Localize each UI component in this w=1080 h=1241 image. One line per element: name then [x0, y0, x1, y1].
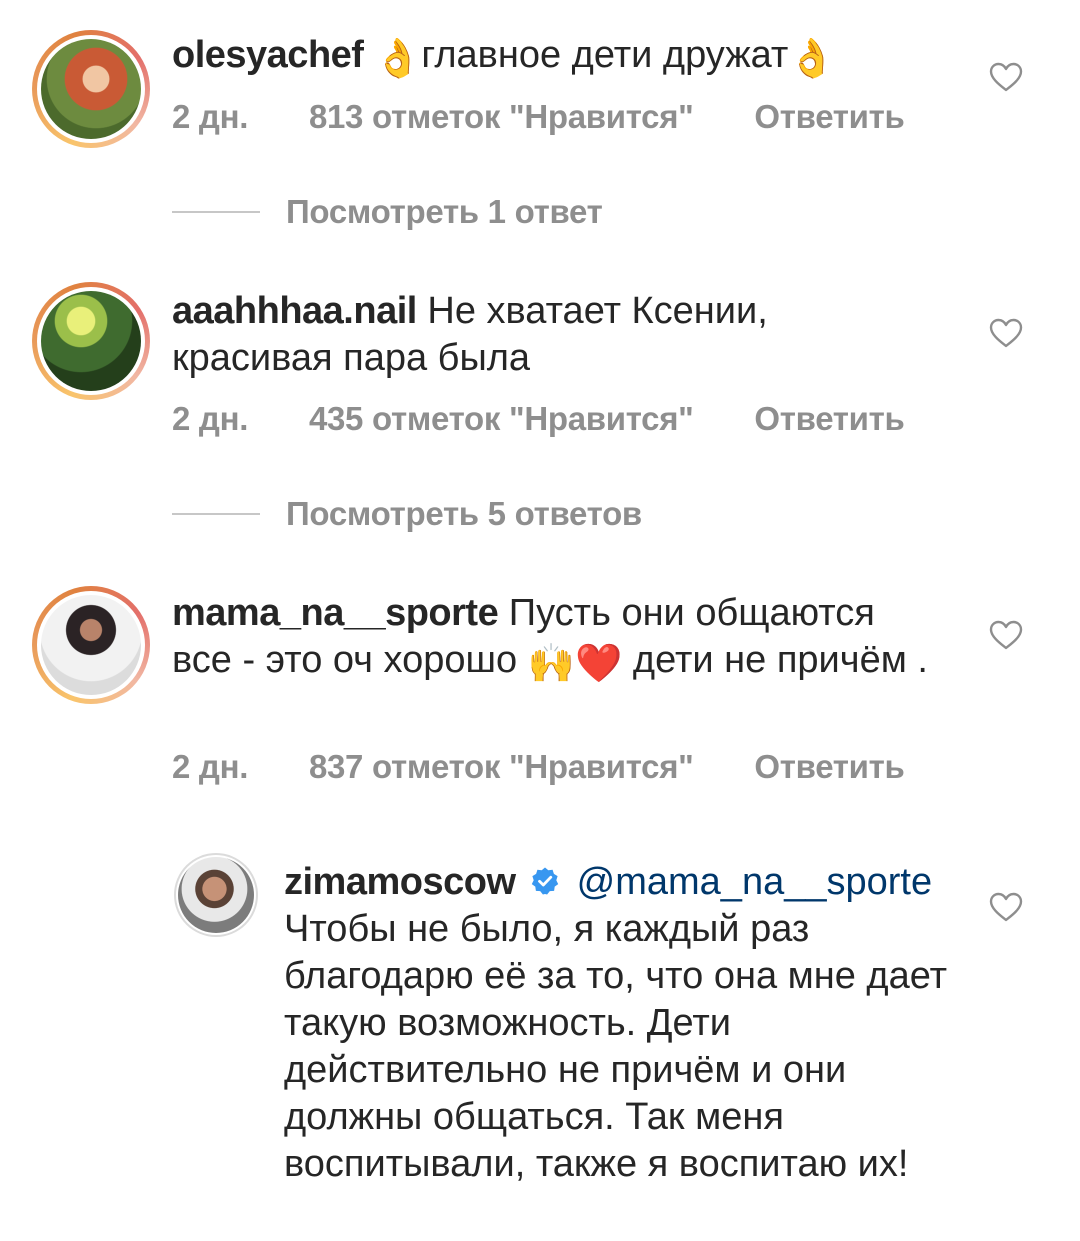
comment-time: 2 дн.	[172, 98, 249, 135]
ok-hand-emoji: 👌	[788, 38, 836, 80]
red-heart-emoji: ❤️	[575, 643, 623, 685]
reply-comment-item: zimamoscow @mama_na__sporte Чтобы не был…	[0, 845, 1080, 1241]
divider-line	[172, 513, 260, 515]
comment-body: главное дети дружат	[421, 34, 789, 76]
avatar-story-ring[interactable]	[32, 282, 150, 400]
avatar-story-ring[interactable]	[32, 586, 150, 704]
comment-username[interactable]: olesyachef	[172, 34, 364, 76]
raised-hands-emoji: 🙌	[527, 643, 576, 685]
comment-text: aaahhhaa.nail Не хватает Ксении, красива…	[172, 288, 872, 382]
heart-outline-icon[interactable]	[989, 62, 1023, 92]
comment-likes[interactable]: 813 отметок "Нравится"	[309, 98, 694, 136]
verified-badge-icon	[531, 867, 559, 895]
comment-likes[interactable]: 435 отметок "Нравится"	[309, 400, 694, 438]
reply-button[interactable]: Ответить	[754, 400, 904, 438]
comment-username[interactable]: mama_na__sporte	[172, 592, 499, 634]
comment-meta: 2 дн. 837 отметок "Нравится" Ответить	[172, 748, 905, 786]
reply-text: zimamoscow @mama_na__sporte Чтобы не был…	[284, 859, 964, 1188]
view-replies-button[interactable]: Посмотреть 1 ответ	[172, 192, 603, 232]
mention-link[interactable]: @mama_na__sporte	[577, 861, 932, 903]
avatar-ring[interactable]	[174, 853, 258, 937]
avatar	[178, 857, 254, 933]
comment-meta: 2 дн. 813 отметок "Нравится" Ответить	[172, 98, 905, 136]
comment-meta: 2 дн. 435 отметок "Нравится" Ответить	[172, 400, 905, 438]
comment-time: 2 дн.	[172, 748, 249, 785]
heart-outline-icon[interactable]	[989, 892, 1023, 922]
comment-text: olesyachef 👌главное дети дружат👌	[172, 32, 952, 79]
reply-body: Чтобы не было, я каждый раз благодарю её…	[284, 908, 948, 1185]
comment-body-continued: дети не причём .	[622, 639, 928, 681]
reply-username[interactable]: zimamoscow	[284, 861, 516, 903]
reply-button[interactable]: Ответить	[754, 98, 904, 136]
heart-outline-icon[interactable]	[989, 620, 1023, 650]
reply-button[interactable]: Ответить	[754, 748, 904, 786]
comment-item: aaahhhaa.nail Не хватает Ксении, красива…	[0, 270, 1080, 490]
comment-username[interactable]: aaahhhaa.nail	[172, 290, 417, 332]
divider-line	[172, 211, 260, 213]
avatar	[41, 291, 141, 391]
comment-likes[interactable]: 837 отметок "Нравится"	[309, 748, 694, 786]
heart-outline-icon[interactable]	[989, 318, 1023, 348]
ok-hand-emoji: 👌	[374, 38, 422, 80]
view-replies-label[interactable]: Посмотреть 5 ответов	[286, 495, 642, 533]
avatar-story-ring[interactable]	[32, 30, 150, 148]
view-replies-button[interactable]: Посмотреть 5 ответов	[172, 494, 642, 534]
comment-text: mama_na__sporte Пусть они общаются все -…	[172, 590, 932, 684]
comment-time: 2 дн.	[172, 400, 249, 437]
avatar	[41, 595, 141, 695]
avatar	[41, 39, 141, 139]
comment-item: mama_na__sporte Пусть они общаются все -…	[0, 574, 1080, 814]
view-replies-label[interactable]: Посмотреть 1 ответ	[286, 193, 603, 231]
